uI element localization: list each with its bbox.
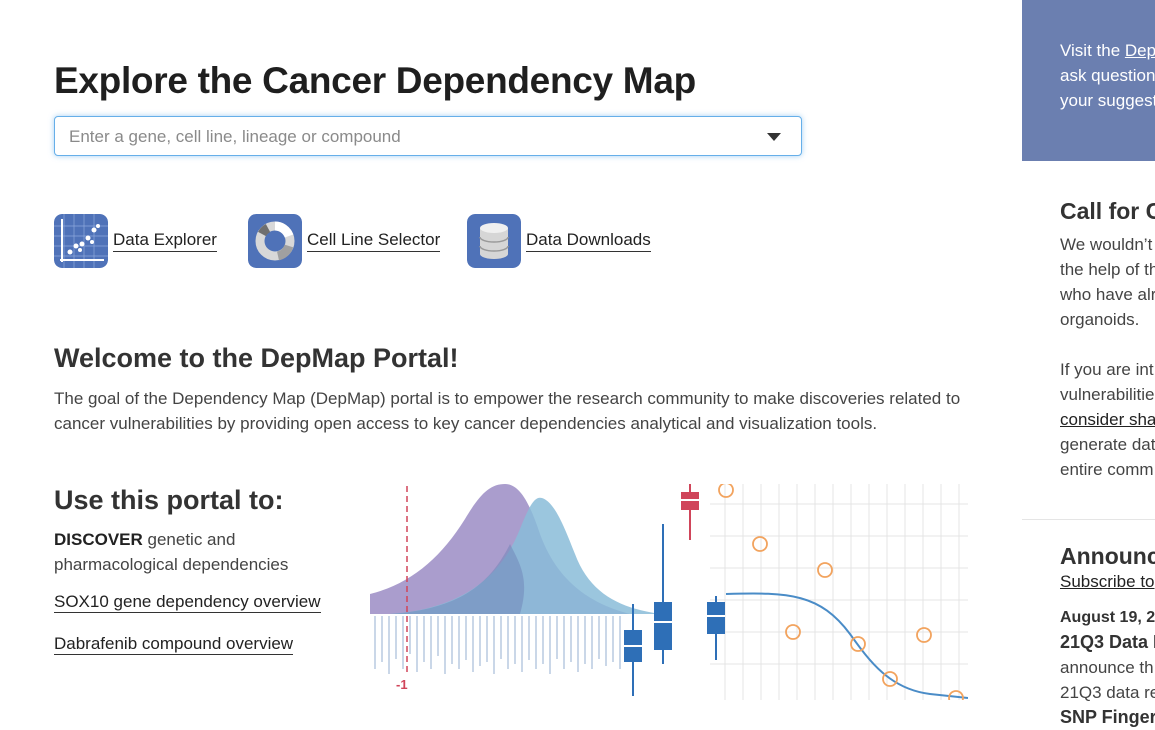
database-icon[interactable] (467, 214, 521, 268)
call-line: the help of th (1060, 260, 1155, 279)
call-body-2: If you are int vulnerabilitie consider s… (1060, 357, 1155, 482)
data-downloads-link[interactable]: Data Downloads (526, 230, 651, 252)
donut-chart-icon[interactable] (248, 214, 302, 268)
sidebar-divider (1022, 519, 1155, 520)
scatter-plot-icon[interactable] (54, 214, 108, 268)
chevron-down-icon[interactable] (767, 133, 781, 141)
call-body: We wouldn’t the help of th who have alr … (1060, 232, 1155, 332)
announcements-heading: Announce (1060, 543, 1155, 569)
banner-line-3: your suggest (1060, 91, 1155, 110)
announcement-line: 21Q3 data re (1060, 683, 1155, 702)
subscribe-link[interactable]: Subscribe to (1060, 569, 1155, 594)
banner-link[interactable]: Dep (1125, 41, 1155, 60)
discover-keyword: DISCOVER (54, 530, 143, 549)
data-explorer-link[interactable]: Data Explorer (113, 230, 217, 252)
call-line: generate dat (1060, 435, 1155, 454)
search-box[interactable] (54, 116, 802, 156)
announcement-date: August 19, 20 (1060, 609, 1155, 626)
dabrafenib-link[interactable]: Dabrafenib compound overview (54, 634, 294, 655)
call-line: We wouldn’t (1060, 235, 1153, 254)
tool-data-downloads[interactable]: Data Downloads (467, 214, 651, 268)
tool-data-explorer[interactable]: Data Explorer (54, 214, 217, 268)
banner-line-2: ask question (1060, 66, 1155, 85)
sox10-link[interactable]: SOX10 gene dependency overview (54, 592, 321, 613)
call-line: If you are int (1060, 360, 1154, 379)
intro-text: The goal of the Dependency Map (DepMap) … (54, 389, 961, 433)
call-for-section: Call for Ca (1060, 198, 1155, 225)
search-input[interactable] (67, 125, 751, 149)
axis-tick-label: -1 (396, 677, 408, 692)
page-title: Explore the Cancer Dependency Map (54, 60, 696, 101)
feedback-banner: Visit the Dep ask question your suggest (1022, 0, 1155, 161)
welcome-heading: Welcome to the DepMap Portal! (54, 343, 459, 373)
banner-line-1: Visit the Dep (1060, 38, 1155, 63)
use-portal-heading: Use this portal to: (54, 485, 284, 515)
announcement-title[interactable]: 21Q3 Data R (1060, 630, 1155, 655)
announcements-body: Subscribe to (1060, 569, 1155, 594)
call-heading: Call for Ca (1060, 198, 1155, 224)
cell-line-selector-link[interactable]: Cell Line Selector (307, 230, 441, 252)
discover-text: DISCOVER genetic and pharmacological dep… (54, 527, 314, 577)
call-line: who have alr (1060, 285, 1155, 304)
tool-cell-line-selector[interactable]: Cell Line Selector (248, 214, 441, 268)
call-line: entire comm (1060, 460, 1154, 479)
call-line: vulnerabilitie (1060, 385, 1155, 404)
boxplots (624, 484, 725, 696)
hero-illustration: -1 (370, 484, 968, 700)
next-announcement-title[interactable]: SNP Fingerp (1060, 705, 1155, 730)
banner-line-1-text: Visit the (1060, 41, 1125, 60)
announcement-item: August 19, 20 21Q3 Data R announce th 21… (1060, 605, 1155, 730)
announcement-line: announce th (1060, 658, 1154, 677)
call-line: organoids. (1060, 310, 1140, 329)
announcements-section: Announce (1060, 543, 1155, 570)
consider-sharing-link[interactable]: consider sha (1060, 407, 1155, 432)
